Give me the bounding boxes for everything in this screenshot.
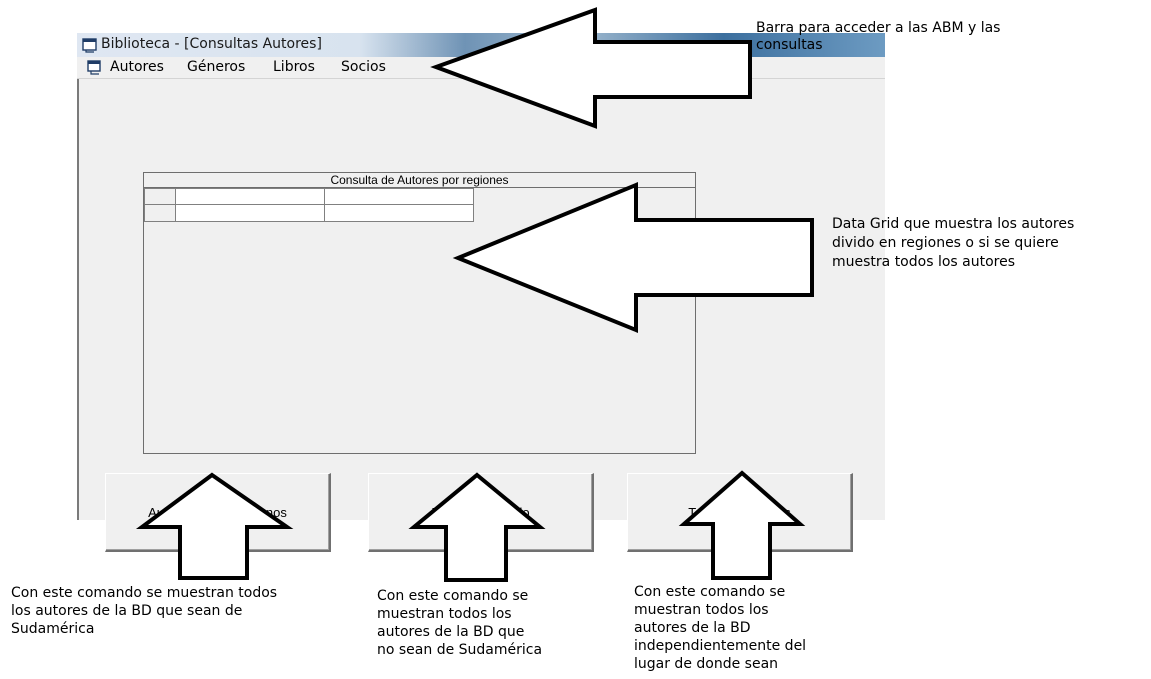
annotation-resto: Con este comando se muestran todos los a… (377, 588, 543, 658)
annotation-sudamericanos: Con este comando se muestran todos los a… (11, 585, 278, 637)
annotation-todos: Con este comando se muestran todos los a… (634, 584, 807, 672)
arrow-left-icon (430, 7, 752, 129)
arrow-up-icon (135, 472, 294, 580)
arrow-up-icon (678, 470, 806, 580)
annotation-grid: Data Grid que muestra los autores divido… (832, 216, 1075, 270)
arrow-left-icon (452, 182, 814, 333)
arrow-up-icon (408, 472, 546, 582)
annotation-arrows (135, 7, 814, 582)
annotation-menubar: Barra para acceder a las ABM y las consu… (756, 20, 1001, 53)
